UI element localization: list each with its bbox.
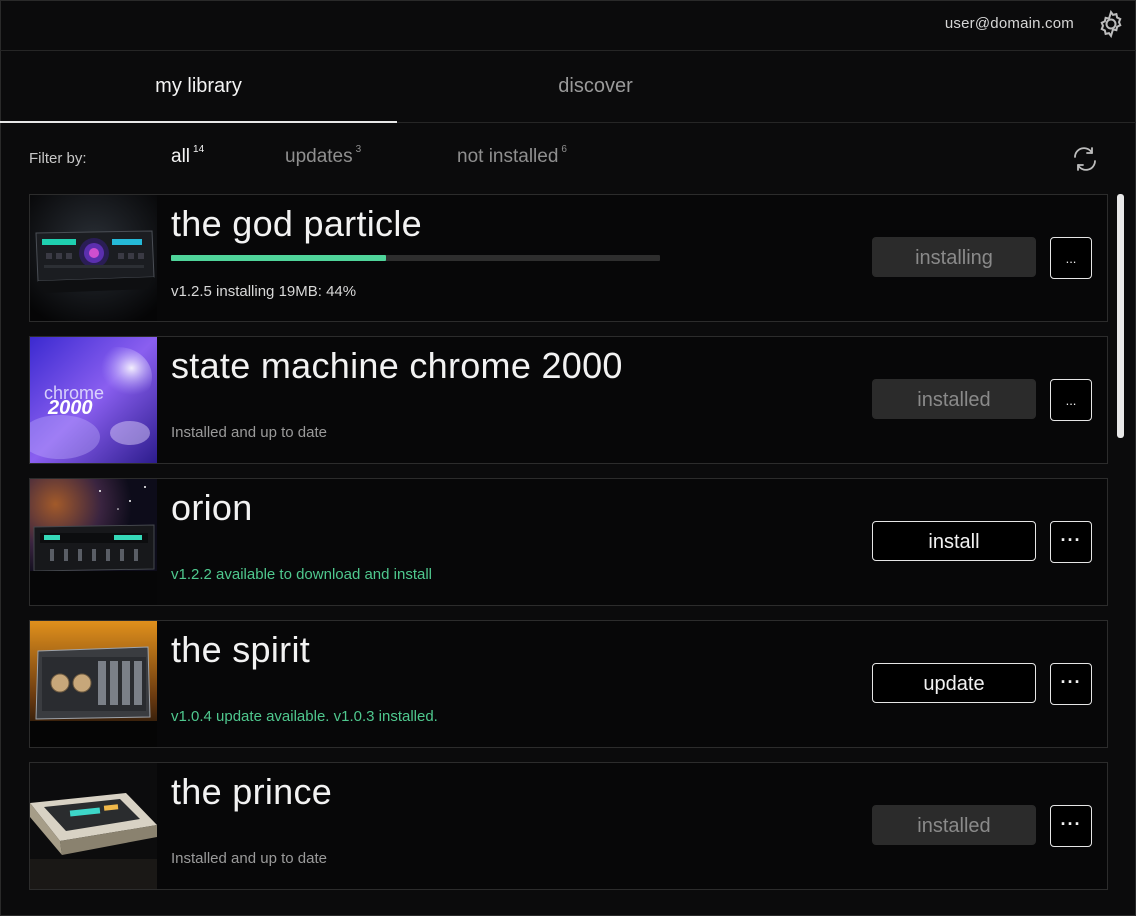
filter-all-count: 14: [193, 144, 205, 155]
item-status: v1.2.2 available to download and install: [171, 566, 433, 583]
orion-thumbnail: [30, 479, 157, 605]
item-title: the god particle: [171, 203, 422, 244]
more-options-button[interactable]: ...: [1050, 379, 1092, 421]
install-progress-fill: [171, 255, 387, 261]
installed-button[interactable]: installed: [872, 805, 1036, 845]
filter-updates-label: updates: [285, 146, 353, 167]
installing-button[interactable]: installing: [872, 237, 1036, 277]
the-spirit-thumbnail: [30, 621, 157, 747]
tab-bar: my library discover: [0, 51, 1136, 123]
library-item-orion: orion v1.2.2 available to download and i…: [29, 478, 1108, 606]
filter-label: Filter by:: [29, 150, 87, 167]
item-title: the spirit: [171, 629, 311, 670]
user-email[interactable]: user@domain.com: [945, 15, 1074, 32]
filter-updates[interactable]: updates 3: [285, 144, 362, 168]
library-item-chrome-2000: chrome 2000 state machine chrome 2000 In…: [29, 336, 1108, 464]
filter-all-label: all: [171, 146, 191, 167]
library-item-the-spirit: the spirit v1.0.4 update available. v1.0…: [29, 620, 1108, 748]
gear-icon[interactable]: [1096, 9, 1126, 39]
item-title: state machine chrome 2000: [171, 345, 623, 386]
library-item-god-particle: the god particle v1.2.5 installing 19MB:…: [29, 194, 1108, 322]
more-options-button[interactable]: ···: [1050, 521, 1092, 563]
item-status: v1.2.5 installing 19MB: 44%: [171, 283, 357, 300]
more-options-button[interactable]: ...: [1050, 237, 1092, 279]
update-button[interactable]: update: [872, 663, 1036, 703]
god-particle-thumbnail: [30, 195, 157, 321]
install-progress-bar: [171, 255, 660, 261]
more-options-button[interactable]: ···: [1050, 805, 1092, 847]
filter-all[interactable]: all 14: [171, 144, 205, 168]
library-item-the-prince: the prince Installed and up to date inst…: [29, 762, 1108, 890]
the-prince-thumbnail: [30, 763, 157, 889]
filter-not-installed-count: 6: [561, 144, 567, 155]
more-options-button[interactable]: ···: [1050, 663, 1092, 705]
tab-discover[interactable]: discover: [397, 51, 794, 122]
scrollbar[interactable]: [1117, 194, 1124, 438]
refresh-icon[interactable]: [1070, 144, 1100, 174]
install-button[interactable]: install: [872, 521, 1036, 561]
filter-not-installed[interactable]: not installed 6: [457, 144, 567, 168]
chrome-2000-thumb-text: 2000: [47, 397, 93, 419]
top-bar: user@domain.com: [0, 0, 1136, 51]
item-title: orion: [171, 487, 253, 528]
filter-updates-count: 3: [355, 144, 362, 155]
item-status: v1.0.4 update available. v1.0.3 installe…: [171, 708, 438, 725]
item-title: the prince: [171, 771, 333, 812]
item-status: Installed and up to date: [171, 424, 327, 441]
item-status: Installed and up to date: [171, 850, 327, 867]
installed-button[interactable]: installed: [872, 379, 1036, 419]
tab-my-library[interactable]: my library: [0, 51, 397, 123]
chrome-2000-thumbnail: chrome 2000: [30, 337, 157, 463]
filter-not-installed-label: not installed: [457, 146, 559, 167]
